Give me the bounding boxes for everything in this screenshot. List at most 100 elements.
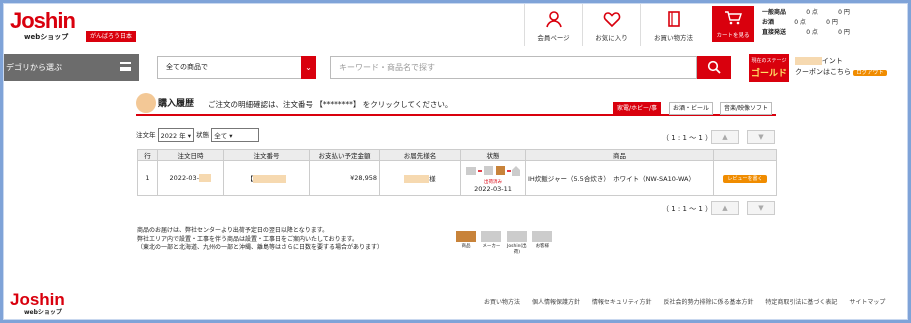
status-value: 全て	[214, 132, 228, 140]
col-amount: お支払い予定金額	[309, 149, 380, 161]
points-label: 一般商品	[762, 9, 787, 16]
box-icon	[456, 231, 476, 242]
points-value: 0 点	[806, 9, 818, 16]
category-menu-button[interactable]: デゴリから選ぶ	[4, 54, 139, 81]
stage-value: ゴールド	[750, 69, 787, 79]
pager-top-text: （ 1 : 1 ～ 1 ）	[662, 134, 713, 142]
factory-icon	[481, 231, 502, 242]
points-suffix: イント	[821, 57, 843, 65]
footer-link[interactable]: お買い物方法	[484, 299, 520, 306]
points-yen: 0 円	[826, 19, 838, 26]
mascot-icon	[136, 93, 156, 113]
book-icon	[667, 11, 680, 27]
note-line: 商品のお届けは、弊社センターより出荷予定日の翌日以降となります。	[137, 227, 329, 234]
category-menu-label: デゴリから選ぶ	[6, 63, 62, 72]
col-product: 商品	[525, 149, 714, 161]
stage-info: 000000イント クーポンはこちら ログアウト	[795, 56, 887, 79]
nav-label: お買い物方法	[654, 34, 693, 42]
member-stage-badge: 現在のステージ ゴールド	[749, 54, 789, 82]
footer-link[interactable]: 情報セキュリティ方針	[592, 299, 652, 306]
cell-product[interactable]: IH炊飯ジャー（5.5合炊き） ホワイト（NW-SA10-WA）	[525, 160, 714, 196]
shipping-progress-icon	[466, 166, 520, 176]
footer-link[interactable]: 反社会的勢力排除に係る基本方針	[663, 299, 753, 306]
order-date: 2022-03-	[169, 174, 200, 182]
status-label: 状態	[196, 131, 210, 139]
review-button[interactable]: レビューを書く	[723, 175, 767, 183]
site-header: Joshin webショップ がんばろう日本 会員ページ お気に入り お買い物方…	[4, 4, 907, 46]
shipping-notes: 商品のお届けは、弊社センターより出荷予定日の翌日以降となります。 弊社エリア内で…	[137, 227, 383, 253]
legend-item: メーカー	[481, 231, 502, 249]
pager-next-bottom[interactable]: ▼	[747, 201, 775, 215]
col-order-no: 注文番号	[223, 149, 310, 161]
legend-label: Joshin(出荷)	[507, 244, 527, 255]
tab-alcohol[interactable]: お酒・ビール	[669, 102, 714, 115]
search-bar: デゴリから選ぶ 全ての商品で ⌄ キーワード・商品名で探す 現在のステージ ゴー…	[4, 53, 907, 83]
points-row: 直接発送 0 点 0 円	[762, 28, 850, 38]
points-yen: 0 円	[838, 29, 850, 36]
col-date: 注文日時	[157, 149, 224, 161]
heart-icon	[603, 12, 620, 28]
footer-link[interactable]: 個人情報保護方針	[532, 299, 580, 306]
col-recipient: お届先様名	[379, 149, 461, 161]
col-row: 行	[137, 149, 158, 161]
search-button[interactable]	[697, 56, 731, 79]
legend-item: お客様	[532, 231, 553, 249]
col-action	[713, 149, 777, 161]
points-label: 直接発送	[762, 29, 787, 36]
points-label: お酒	[762, 19, 775, 26]
pager-prev-top[interactable]: ▲	[711, 130, 739, 144]
redacted-order-no: 00000000	[253, 175, 287, 183]
table-header-row: 行 注文日時 注文番号 お支払い予定金額 お届先様名 状態 商品	[137, 149, 777, 161]
pager-next-top[interactable]: ▼	[747, 130, 775, 144]
cell-action: レビューを書く	[713, 160, 777, 196]
nav-label: 会員ページ	[537, 34, 570, 42]
nav-label: お気に入り	[595, 34, 628, 42]
year-select[interactable]: 2022 年 ▾	[157, 128, 195, 142]
page-title: 購入履歴	[158, 99, 195, 109]
cart-label: カートを見る	[716, 33, 750, 39]
redacted-points: 000000	[795, 57, 822, 65]
joshin-logo[interactable]: Joshin	[10, 10, 76, 32]
logout-button[interactable]: ログアウト	[853, 70, 887, 76]
coupon-line: クーポンはこちら ログアウト	[795, 67, 887, 79]
legend-label: メーカー	[482, 244, 501, 249]
nav-shopping-guide[interactable]: お買い物方法	[640, 4, 706, 46]
logo-sub: webショップ	[24, 33, 69, 41]
footer-link[interactable]: 特定商取引法に基づく表記	[765, 299, 837, 306]
points-value: 0 点	[794, 19, 806, 26]
status-select[interactable]: 全て ▾	[211, 128, 260, 142]
points-summary: 一般商品 0 点 0 円 お酒 0 点 0 円 直接発送 0 点 0 円	[762, 8, 850, 38]
cell-amount: ¥28,958	[309, 160, 380, 196]
pager-prev-bottom[interactable]: ▲	[711, 201, 739, 215]
footer-link[interactable]: サイトマップ	[849, 299, 885, 306]
status-legend: 商品 メーカー Joshin(出荷) お客様	[456, 231, 556, 255]
tab-media[interactable]: 音楽/映像ソフト	[720, 102, 773, 115]
points-row: お酒 0 点 0 円	[762, 18, 850, 28]
points-value: 0 点	[806, 29, 818, 36]
nav-favorites[interactable]: お気に入り	[582, 4, 640, 46]
status-date: 2022-03-11	[474, 185, 512, 193]
cart-button[interactable]: カートを見る	[712, 6, 754, 42]
chevron-down-icon: ⌄	[301, 56, 316, 79]
cell-date: 2022-03-000	[157, 160, 224, 196]
house-icon	[532, 231, 553, 242]
year-label: 注文年	[136, 131, 156, 139]
footer-logo-sub: webショップ	[24, 309, 62, 316]
coupon-link[interactable]: クーポンはこちら	[795, 68, 851, 76]
warehouse-icon	[506, 231, 527, 242]
points-row: 一般商品 0 点 0 円	[762, 8, 850, 18]
legend-label: お客様	[535, 244, 550, 249]
pager-bottom-text: （ 1 : 1 ～ 1 ）	[662, 205, 713, 213]
order-table: 行 注文日時 注文番号 お支払い予定金額 お届先様名 状態 商品 1 2022-…	[137, 149, 777, 196]
instruction-text: ご注文の明細確認は、注文番号 【********】 をクリックしてください。	[208, 100, 453, 109]
legend-item: Joshin(出荷)	[506, 231, 527, 255]
table-row: 1 2022-03-000 【00000000 ¥28,958 000000様 …	[137, 160, 777, 196]
cart-icon	[725, 11, 742, 25]
tab-appliances[interactable]: 家電/ホビー/事	[613, 102, 662, 115]
cell-order-no[interactable]: 【00000000	[223, 160, 310, 196]
cell-row: 1	[137, 160, 158, 196]
search-input[interactable]: キーワード・商品名で探す	[330, 56, 697, 79]
nav-member-page[interactable]: 会員ページ	[524, 4, 582, 46]
category-select[interactable]: 全ての商品で ⌄	[157, 56, 316, 79]
legend-label: 商品	[461, 244, 471, 249]
